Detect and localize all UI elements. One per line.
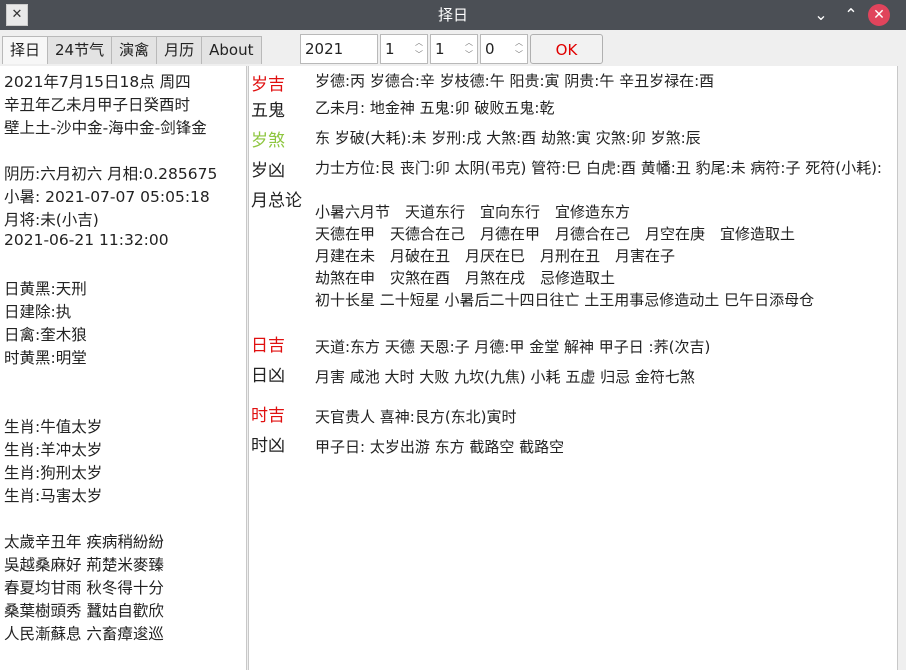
shengxiao-line: 生肖:羊冲太岁 — [4, 441, 103, 459]
spin-arrows-icon[interactable]: ︿ ﹀ — [463, 37, 475, 61]
shiji-label: 时吉 — [251, 406, 285, 426]
riji-value: 天道:东方 天德 天恩:子 月德:甲 金堂 解神 甲子日 :荞(次吉) — [315, 338, 711, 356]
yuezonglun-line: 小暑六月节 天道东行 宜向东行 宜修造东方 — [315, 203, 631, 221]
day-spinbox[interactable]: ︿﹀ — [430, 34, 478, 64]
spin-arrows-icon[interactable]: ︿ ﹀ — [513, 37, 525, 61]
ri-jianchu-line: 日建除:执 — [4, 303, 72, 321]
poem-line: 吳越桑麻好 荊楚米麥臻 — [4, 556, 164, 574]
suisha-value: 东 岁破(大耗):未 岁刑:戌 大煞:酉 劫煞:寅 灾煞:卯 岁煞:辰 — [315, 129, 701, 147]
date-line: 2021年7月15日18点 周四 — [4, 73, 191, 91]
rixiong-label: 日凶 — [251, 366, 285, 386]
month-field[interactable] — [385, 40, 409, 58]
ri-huanghei-line: 日黄黑:天刑 — [4, 280, 87, 298]
yuezonglun-line: 初十长星 二十短星 小暑后二十四日往亡 土王用事忌修造动土 巳午日添母仓 — [315, 291, 815, 309]
shengxiao-line: 生肖:马害太岁 — [4, 487, 103, 505]
title-bar: ✕ 择日 ⌄ ⌃ ✕ — [0, 0, 906, 30]
yuezonglun-line: 劫煞在申 灾煞在酉 月煞在戌 忌修造取土 — [315, 269, 616, 287]
nayin-line: 壁上土-沙中金-海中金-剑锋金 — [4, 119, 207, 137]
right-detail-panel: 岁吉 岁德:丙 岁德合:辛 岁枝德:午 阳贵:寅 阴贵:午 辛丑岁禄在:酉 五鬼… — [248, 66, 897, 670]
wugui-label: 五鬼 — [251, 101, 285, 121]
close-icon[interactable]: ✕ — [868, 4, 890, 26]
poem-line: 人民漸蘇息 六畜瘴逡巡 — [4, 625, 164, 643]
tab-bar: 择日 24节气 演禽 月历 About — [2, 36, 262, 64]
poem-line: 太歲辛丑年 疾病稍紛紛 — [4, 533, 164, 551]
shengxiao-line: 生肖:狗刑太岁 — [4, 464, 103, 482]
year-input[interactable] — [300, 34, 378, 64]
tab-about[interactable]: About — [201, 36, 262, 64]
spin-arrows-icon[interactable]: ︿ ﹀ — [413, 37, 425, 61]
jieqi-line: 小暑: 2021-07-07 05:05:18 — [4, 188, 210, 206]
ganzhi-line: 辛丑年乙未月甲子日癸酉时 — [4, 96, 191, 114]
yuezonglun-line: 天德在甲 天德合在己 月德在甲 月德合在己 月空在庚 宜修造取土 — [315, 225, 796, 243]
right-scrollbar[interactable] — [897, 66, 906, 670]
rixiong-value: 月害 咸池 大时 大败 九坎(九焦) 小耗 五虚 归忌 金符七煞 — [315, 368, 695, 386]
yuezonglun-line: 月建在未 月破在丑 月厌在巳 月刑在丑 月害在子 — [315, 247, 676, 265]
datetime-line: 2021-06-21 11:32:00 — [4, 231, 169, 249]
riji-label: 日吉 — [251, 336, 285, 356]
lunar-line: 阴历:六月初六 月相:0.285675 — [4, 165, 218, 183]
suiji-label: 岁吉 — [251, 75, 285, 95]
yuezonglun-label: 月总论 — [251, 191, 302, 211]
ri-qin-line: 日禽:奎木狼 — [4, 326, 87, 344]
day-field[interactable] — [435, 40, 459, 58]
tab-zeri[interactable]: 择日 — [2, 36, 49, 64]
month-spinbox[interactable]: ︿﹀ — [380, 34, 428, 64]
poem-line: 春夏均甘雨 秋冬得十分 — [4, 579, 164, 597]
tab-yueli[interactable]: 月历 — [156, 36, 203, 64]
suixiong-label: 岁凶 — [251, 161, 285, 181]
poem-line: 桑葉樹頭秀 蠶姑自歡欣 — [4, 602, 164, 620]
window-title: 择日 — [437, 6, 468, 24]
suisha-label: 岁煞 — [251, 131, 285, 151]
chevron-up-icon[interactable]: ⌃ — [840, 4, 862, 26]
hour-field[interactable] — [485, 40, 509, 58]
chevron-down-icon[interactable]: ⌄ — [810, 4, 832, 26]
year-field[interactable] — [305, 40, 359, 58]
tab-24-jieqi[interactable]: 24节气 — [47, 36, 113, 64]
wugui-value: 乙未月: 地金神 五鬼:卯 破败五鬼:乾 — [315, 99, 555, 117]
suiji-value: 岁德:丙 岁德合:辛 岁枝德:午 阳贵:寅 阴贵:午 辛丑岁禄在:酉 — [315, 72, 715, 90]
shi-huanghei-line: 时黄黑:明堂 — [4, 349, 87, 367]
shiji-value: 天官贵人 喜神:艮方(东北)寅时 — [315, 408, 517, 426]
left-info-panel: 2021年7月15日18点 周四 辛丑年乙未月甲子日癸酉时 壁上土-沙中金-海中… — [0, 66, 247, 670]
hour-spinbox[interactable]: ︿﹀ — [480, 34, 528, 64]
shixiong-label: 时凶 — [251, 436, 285, 456]
yuejiang-line: 月将:未(小吉) — [4, 211, 99, 229]
shengxiao-line: 生肖:牛值太岁 — [4, 418, 103, 436]
suixiong-value: 力士方位:艮 丧门:卯 太阴(弔克) 管符:巳 白虎:酉 黄幡:丑 豹尾:未 病… — [315, 159, 882, 177]
shixiong-value: 甲子日: 太岁出游 东方 截路空 截路空 — [315, 438, 565, 456]
tab-yanqin[interactable]: 演禽 — [111, 36, 158, 64]
ok-button[interactable]: OK — [530, 34, 603, 64]
